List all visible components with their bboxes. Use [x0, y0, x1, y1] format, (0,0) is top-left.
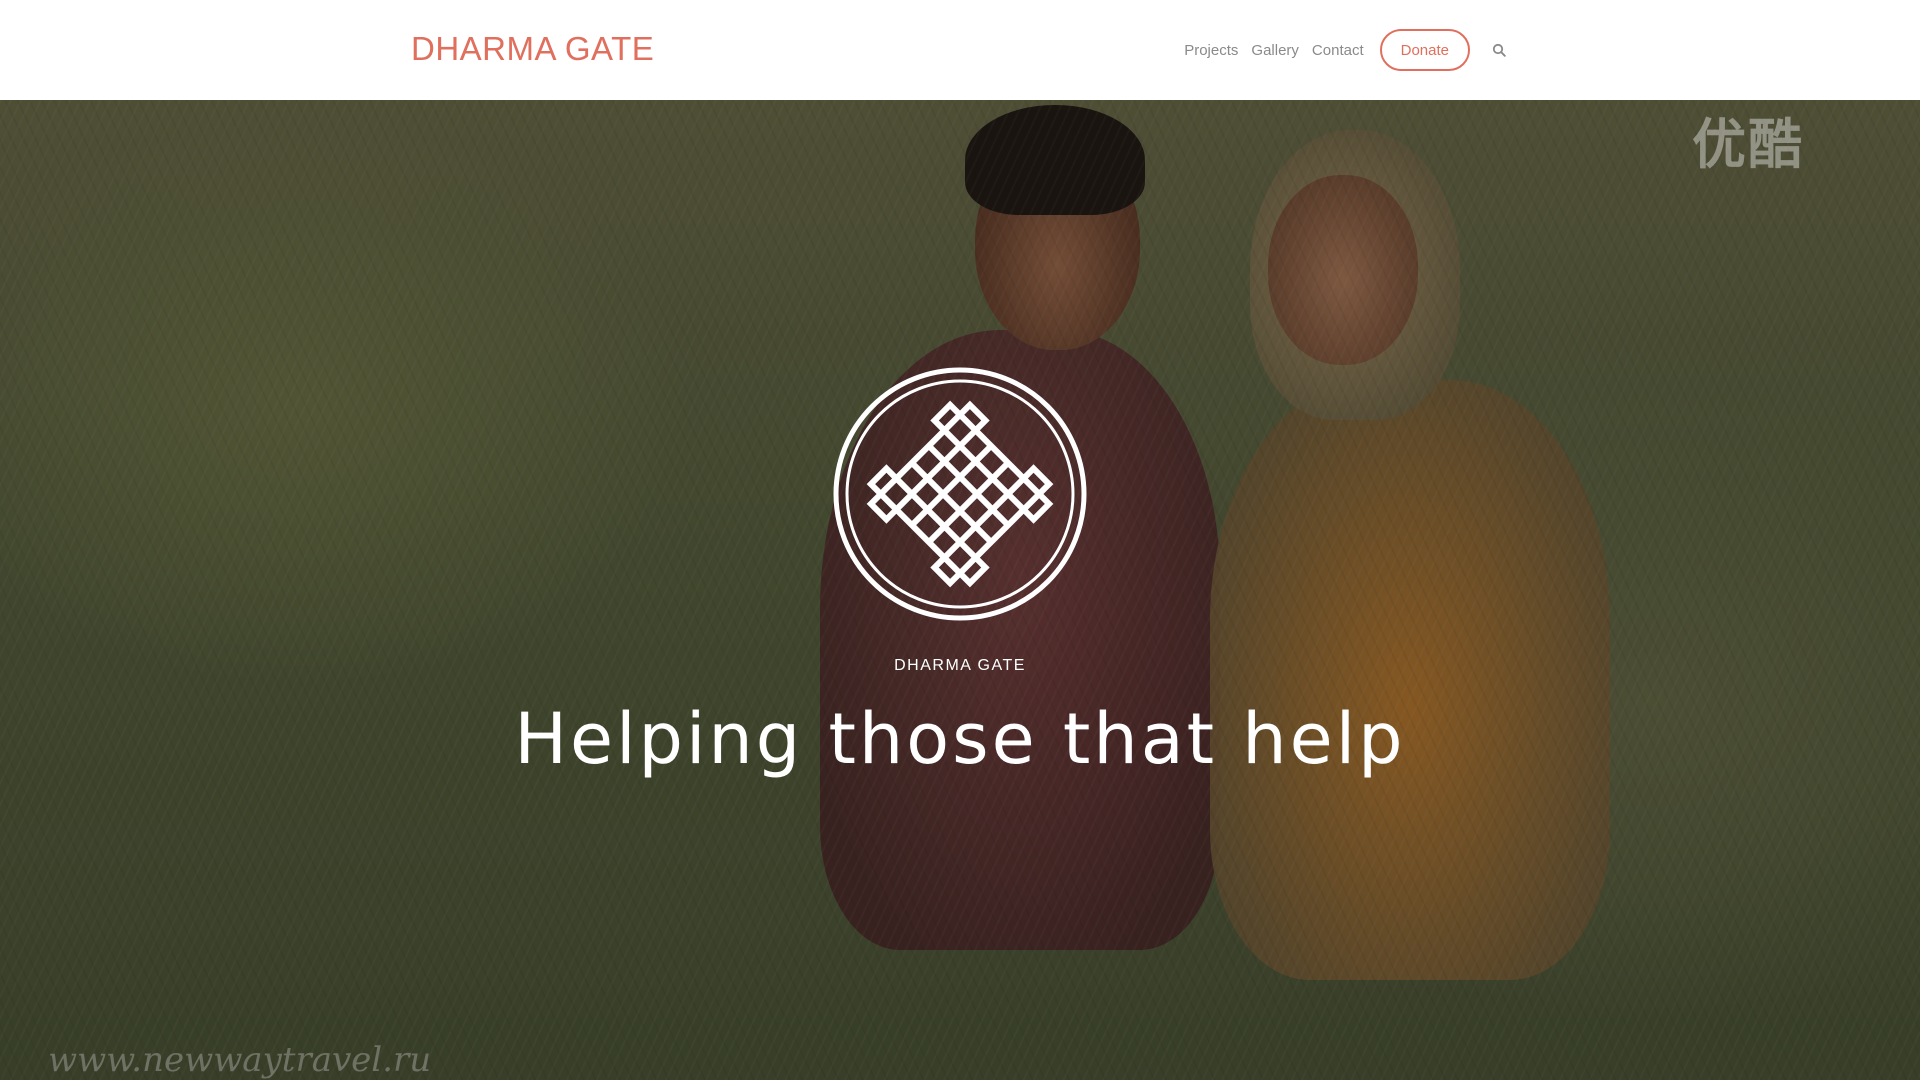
- hero-title: Helping those that help: [514, 698, 1406, 780]
- main-nav: Projects Gallery Contact Donate: [1184, 29, 1508, 71]
- hero-section: 优酷 www.newwaytravel.ru DHARMA GATE Helpi…: [0, 100, 1920, 1080]
- hero-kicker: DHARMA GATE: [894, 657, 1026, 674]
- brand-logo-link[interactable]: DHARMA GATE: [411, 30, 654, 68]
- site-header: DHARMA GATE Projects Gallery Contact Don…: [0, 0, 1920, 100]
- endless-knot-icon: [833, 367, 1087, 621]
- donate-button[interactable]: Donate: [1379, 29, 1470, 71]
- search-icon[interactable]: [1490, 41, 1508, 59]
- nav-link-projects[interactable]: Projects: [1184, 42, 1238, 59]
- nav-link-contact[interactable]: Contact: [1312, 42, 1364, 59]
- video-watermark-top: 优酷: [1692, 113, 1804, 176]
- video-watermark-bottom: www.newwaytravel.ru: [48, 1040, 432, 1080]
- nav-link-gallery[interactable]: Gallery: [1251, 42, 1299, 59]
